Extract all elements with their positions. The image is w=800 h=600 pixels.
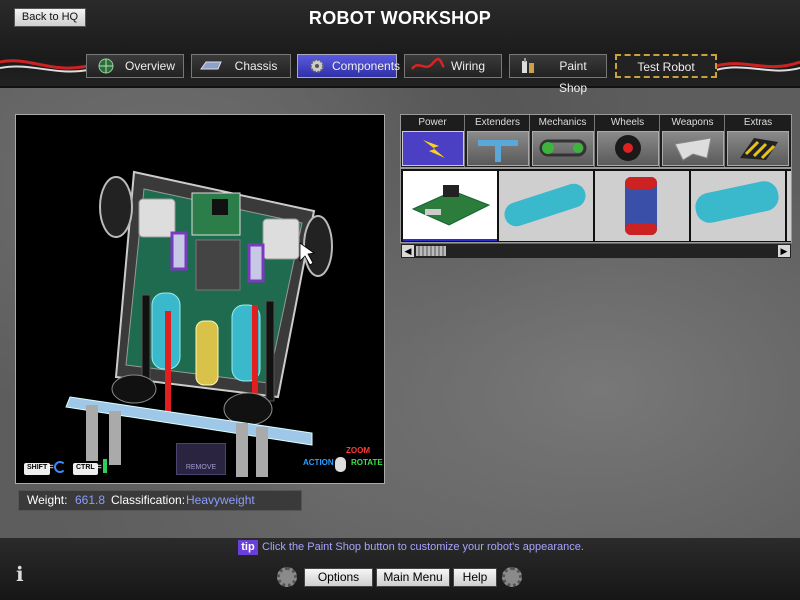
category-label: Wheels [610, 117, 645, 128]
page-title: ROBOT WORKSHOP [308, 8, 492, 28]
paint-icon [522, 58, 534, 73]
ctrl-key-hint: CTRL [73, 463, 98, 475]
component-category-bar: Power Extenders Mechanics Wheels Weapons… [400, 114, 792, 168]
category-wheels[interactable]: Wheels [596, 115, 660, 167]
part-circuit-board[interactable] [403, 171, 497, 241]
globe-icon [98, 58, 114, 74]
gear-icon [310, 59, 324, 73]
t-beam-icon [478, 140, 518, 162]
category-label: Weapons [671, 117, 714, 128]
wheel-front-left [99, 176, 133, 238]
tab-components[interactable]: Components [297, 54, 401, 78]
tip-badge: tip [238, 540, 258, 555]
tab-components-label: Components [332, 59, 401, 73]
tab-wiring-label: Wiring [450, 59, 485, 73]
blade-icon [674, 137, 712, 161]
test-robot-label: Test Robot [637, 60, 695, 74]
footer-bar: tip Click the Paint Shop button to custo… [0, 538, 800, 600]
test-robot-button[interactable]: Test Robot [615, 54, 717, 78]
wire-decoration-left [0, 59, 88, 73]
busy-cursor-icon: ℹ [16, 564, 24, 586]
chain-icon [539, 139, 587, 157]
hazard-icon [740, 138, 778, 160]
rotate-hint: ROTATE [351, 458, 383, 467]
scroll-right-arrow-icon[interactable]: ▶ [778, 245, 790, 257]
category-extras[interactable]: Extras [726, 115, 790, 167]
equals-sign: = [96, 462, 102, 473]
tab-overview[interactable]: Overview [86, 54, 184, 78]
category-extenders[interactable]: Extenders [466, 115, 530, 167]
robot-stats-bar: Weight: 661.8 Classification: Heavyweigh… [18, 490, 302, 511]
classification-value: Heavyweight [186, 493, 255, 507]
part-pneumatic-tank[interactable] [499, 171, 593, 241]
main-menu-button[interactable]: Main Menu [376, 568, 450, 587]
options-button[interactable]: Options [304, 568, 373, 587]
category-mechanics[interactable]: Mechanics [531, 115, 595, 167]
part-co2-tank[interactable] [691, 171, 785, 241]
parts-strip [400, 168, 792, 243]
category-weapons[interactable]: Weapons [661, 115, 725, 167]
chassis-icon [200, 61, 222, 70]
scroll-thumb[interactable] [416, 246, 446, 256]
parts-scrollbar[interactable]: ◀ ▶ [400, 243, 792, 259]
category-label: Power [418, 117, 447, 128]
robot-model[interactable] [16, 115, 384, 483]
battery-can-icon [625, 177, 657, 235]
action-hint: ACTION [303, 458, 334, 467]
gear-icon [277, 567, 297, 587]
lightning-icon [423, 140, 445, 158]
classification-label: Classification: [111, 493, 186, 507]
move-vertical-icon [103, 459, 107, 473]
weight-label: Weight: [27, 493, 68, 507]
equals-sign: = [48, 462, 54, 473]
part-battery-can[interactable] [595, 171, 689, 241]
wire-decoration-right [716, 60, 800, 72]
robot-3d-viewport[interactable]: SHIFT = CTRL = REMOVE ZOOM ACTION ROTATE [15, 114, 385, 484]
category-label: Mechanics [538, 117, 587, 128]
remove-part-button[interactable]: REMOVE [176, 443, 226, 475]
category-label: Extras [743, 117, 773, 128]
mouse-icon [335, 457, 346, 472]
tab-overview-label: Overview [124, 59, 175, 73]
header-bar: Back to HQ ROBOT WORKSHOP Overview Chass… [0, 0, 800, 95]
tab-wiring[interactable]: Wiring [404, 54, 502, 78]
part-next-partial[interactable] [787, 171, 791, 241]
gear-icon [502, 567, 522, 587]
circuit-board-icon [411, 185, 491, 226]
tip-text: Click the Paint Shop button to customize… [262, 541, 584, 553]
tab-chassis-label: Chassis [234, 59, 278, 73]
weight-value: 661.8 [75, 493, 106, 507]
tab-paint-shop[interactable]: Paint Shop [509, 54, 607, 95]
zoom-hint: ZOOM [346, 446, 370, 455]
front-blade [65, 396, 313, 446]
category-power[interactable]: Power [401, 115, 465, 167]
tab-paint-shop-label: Paint Shop [558, 59, 588, 95]
wheel-front-right [303, 215, 333, 277]
wheel-icon [615, 135, 641, 161]
rotate-icon [54, 461, 66, 473]
pneumatic-tank-icon [504, 183, 586, 227]
category-label: Extenders [474, 117, 521, 128]
help-button[interactable]: Help [453, 568, 497, 587]
co2-tank-icon [695, 181, 779, 223]
shift-key-hint: SHIFT [24, 463, 51, 475]
scroll-left-arrow-icon[interactable]: ◀ [402, 245, 414, 257]
tab-chassis[interactable]: Chassis [191, 54, 291, 78]
